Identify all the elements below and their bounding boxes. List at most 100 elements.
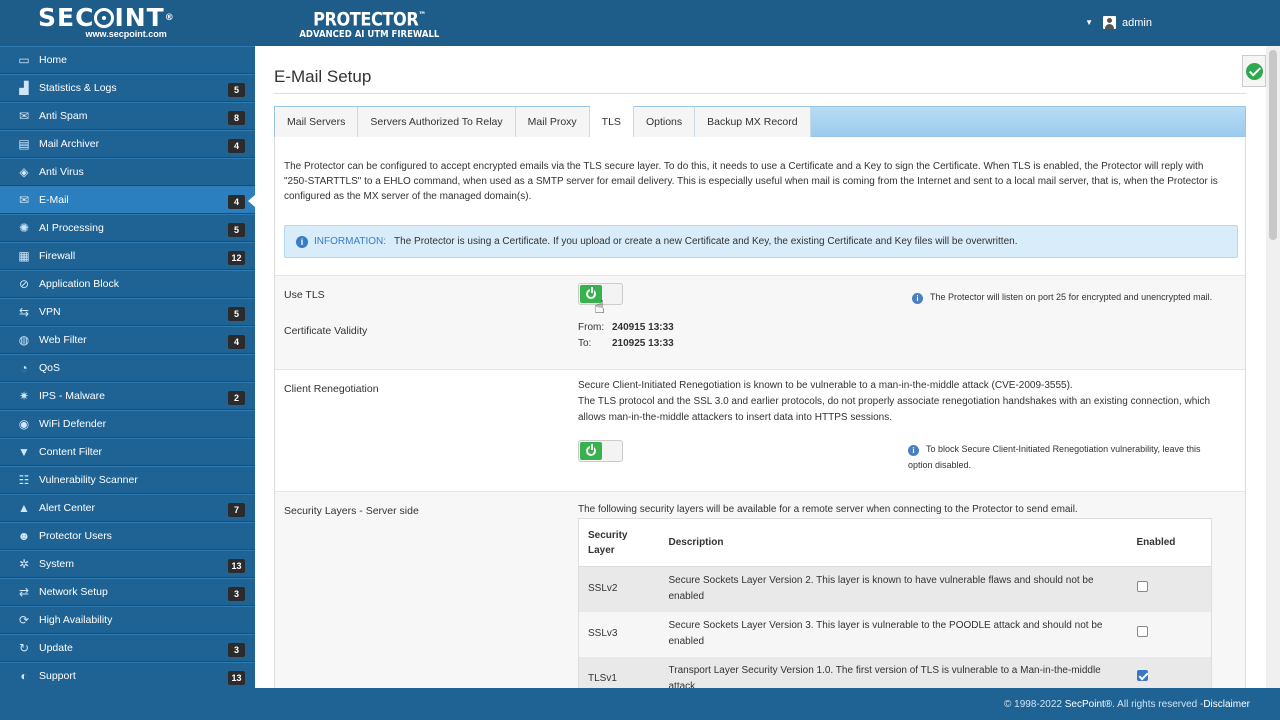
sidebar-item-anti-spam[interactable]: ✉ Anti Spam 8 <box>0 102 255 130</box>
sidebar-item-label: VPN <box>39 306 61 318</box>
sidebar-item-wifi-defender[interactable]: ◉ WiFi Defender <box>0 410 255 438</box>
sidebar-item-ips-malware[interactable]: ✷ IPS - Malware 2 <box>0 382 255 410</box>
col-security-layer: Security Layer <box>578 518 660 567</box>
info-text: The Protector is using a Certificate. If… <box>394 236 1018 247</box>
reneg-line-2: The TLS protocol and the SSL 3.0 and ear… <box>578 396 1211 423</box>
users-icon: ☻ <box>17 529 31 543</box>
scrollbar-thumb[interactable] <box>1269 50 1277 240</box>
sidebar-item-high-availability[interactable]: ⟳ High Availability <box>0 606 255 634</box>
tab-tls[interactable]: TLS <box>589 106 634 139</box>
sidebar-item-label: Support <box>39 670 76 682</box>
monitor-icon: ▭ <box>18 53 30 67</box>
sidebar-item-alert-center[interactable]: ▲ Alert Center 7 <box>0 494 255 522</box>
security-layers-table: Security Layer Description Enabled SSLv2… <box>578 518 1212 688</box>
tab-options[interactable]: Options <box>633 107 696 137</box>
security-layers-intro: The following security layers will be av… <box>578 504 1078 515</box>
tab-backup-mx-record[interactable]: Backup MX Record <box>695 107 811 137</box>
sidebar-item-firewall[interactable]: ▦ Firewall 12 <box>0 242 255 270</box>
layer-name: SSLv2 <box>578 566 660 612</box>
count-badge: 8 <box>228 111 245 125</box>
count-badge: 4 <box>228 195 245 209</box>
tab-servers-authorized-to-relay[interactable]: Servers Authorized To Relay <box>358 107 516 137</box>
sidebar-item-statistics-logs[interactable]: ▟ Statistics & Logs 5 <box>0 74 255 102</box>
footer-company-link[interactable]: SecPoint® <box>1065 699 1112 710</box>
count-badge: 3 <box>228 587 245 601</box>
sidebar-item-label: Anti Virus <box>39 166 84 178</box>
sidebar-item-label: AI Processing <box>39 222 104 234</box>
sidebar-item-protector-users[interactable]: ☻ Protector Users <box>0 522 255 550</box>
footer-disclaimer-link[interactable]: Disclaimer <box>1203 699 1250 710</box>
col-enabled: Enabled <box>1127 518 1212 567</box>
footer: © 1998-2022 SecPoint®. All rights reserv… <box>0 688 1280 720</box>
use-tls-section: Use TLS i The Protector will listen on po… <box>275 275 1245 369</box>
sidebar-item-label: IPS - Malware <box>39 390 105 402</box>
count-badge: 4 <box>228 139 245 153</box>
shield-icon: ◈ <box>19 165 29 179</box>
sidebar-item-label: Vulnerability Scanner <box>39 474 138 486</box>
tab-mail-servers[interactable]: Mail Servers <box>275 107 359 137</box>
layer-description: Secure Sockets Layer Version 2. This lay… <box>659 566 1128 612</box>
wifi-icon: ◉ <box>18 417 30 431</box>
sidebar-item-ai-processing[interactable]: ✺ AI Processing 5 <box>0 214 255 242</box>
archive-icon: ▤ <box>18 137 30 151</box>
sidebar-item-content-filter[interactable]: ▼ Content Filter <box>0 438 255 466</box>
sidebar-item-label: Network Setup <box>39 586 108 598</box>
sidebar-item-anti-virus[interactable]: ◈ Anti Virus <box>0 158 255 186</box>
sidebar-item-network-setup[interactable]: ⇄ Network Setup 3 <box>0 578 255 606</box>
reneg-note: i To block Secure Client-Initiated Renego… <box>908 444 1201 470</box>
security-layers-label: Security Layers - Server side <box>284 505 419 517</box>
count-badge: 5 <box>228 307 245 321</box>
tab-bar: Mail Servers Servers Authorized To Relay M… <box>274 106 1246 139</box>
envelope-icon: ✉ <box>18 109 30 123</box>
cert-from: From: 240915 13:33 <box>578 322 674 333</box>
sidebar-item-vulnerability-scanner[interactable]: ☷ Vulnerability Scanner <box>0 466 255 494</box>
sidebar-item-e-mail[interactable]: ✉ E-Mail 4 <box>0 186 255 214</box>
sidebar-item-label: Firewall <box>39 250 76 262</box>
sidebar-item-label: Content Filter <box>39 446 103 458</box>
layer-name: TLSv1 <box>578 656 660 688</box>
tab-mail-proxy[interactable]: Mail Proxy <box>515 107 590 137</box>
secpoint-logo[interactable]: SEC INT® www.secpoint.com <box>38 5 175 40</box>
layer-enabled-checkbox[interactable] <box>1136 580 1148 592</box>
sidebar-item-update[interactable]: ↻ Update 3 <box>0 634 255 662</box>
sidebar-item-system[interactable]: ✲ System 13 <box>0 550 255 578</box>
layer-description: Transport Layer Security Version 1.0. Th… <box>659 656 1128 688</box>
layer-enabled-checkbox[interactable] <box>1136 625 1148 637</box>
tls-intro-text: The Protector can be configured to accep… <box>284 161 1218 202</box>
sidebar-item-vpn[interactable]: ⇆ VPN 5 <box>0 298 255 326</box>
sidebar-item-label: Web Filter <box>39 334 87 346</box>
use-tls-note: i The Protector will listen on port 25 fo… <box>912 289 1212 305</box>
page-title: E-Mail Setup <box>274 67 372 86</box>
footer-copyright: © 1998-2022 <box>1004 698 1062 710</box>
mail-icon: ✉ <box>18 193 30 207</box>
product-logo: PROTECTOR™ ADVANCED AI UTM FIREWALL <box>299 8 440 41</box>
status-check-badge[interactable] <box>1242 55 1266 87</box>
qos-icon: ◔ <box>20 361 28 375</box>
client-renegotiation-toggle[interactable] <box>578 440 623 462</box>
sidebar-item-support[interactable]: ◐ Support 13 <box>0 662 255 688</box>
network-icon: ⇄ <box>18 585 30 599</box>
layer-enabled-checkbox[interactable] <box>1136 670 1148 682</box>
sidebar-item-web-filter[interactable]: ◍ Web Filter 4 <box>0 326 255 354</box>
sidebar-item-qos[interactable]: ◔ QoS <box>0 354 255 382</box>
security-layers-section: Security Layers - Server side The follow… <box>275 491 1245 688</box>
count-badge: 3 <box>228 643 245 657</box>
page-scrollbar[interactable] <box>1266 46 1280 688</box>
availability-icon: ⟳ <box>18 613 30 627</box>
sidebar-item-application-block[interactable]: ⊘ Application Block <box>0 270 255 298</box>
sidebar-item-label: Alert Center <box>39 502 96 514</box>
layer-name: SSLv3 <box>578 611 660 657</box>
gear-icon: ✲ <box>18 557 30 571</box>
sidebar-item-home[interactable]: ▭ Home <box>0 46 255 74</box>
sidebar-item-label: WiFi Defender <box>39 418 107 430</box>
refresh-icon: ↻ <box>18 641 30 655</box>
sidebar-item-mail-archiver[interactable]: ▤ Mail Archiver 4 <box>0 130 255 158</box>
layer-description: Secure Sockets Layer Version 3. This lay… <box>659 611 1128 657</box>
brain-icon: ✺ <box>18 221 30 235</box>
user-menu[interactable]: ▼ admin <box>1085 16 1152 29</box>
logo-o-icon <box>94 8 115 28</box>
count-badge: 13 <box>228 559 245 573</box>
certificate-validity-label: Certificate Validity <box>284 325 368 337</box>
count-badge: 7 <box>228 503 245 517</box>
sidebar-item-label: Statistics & Logs <box>39 82 117 94</box>
